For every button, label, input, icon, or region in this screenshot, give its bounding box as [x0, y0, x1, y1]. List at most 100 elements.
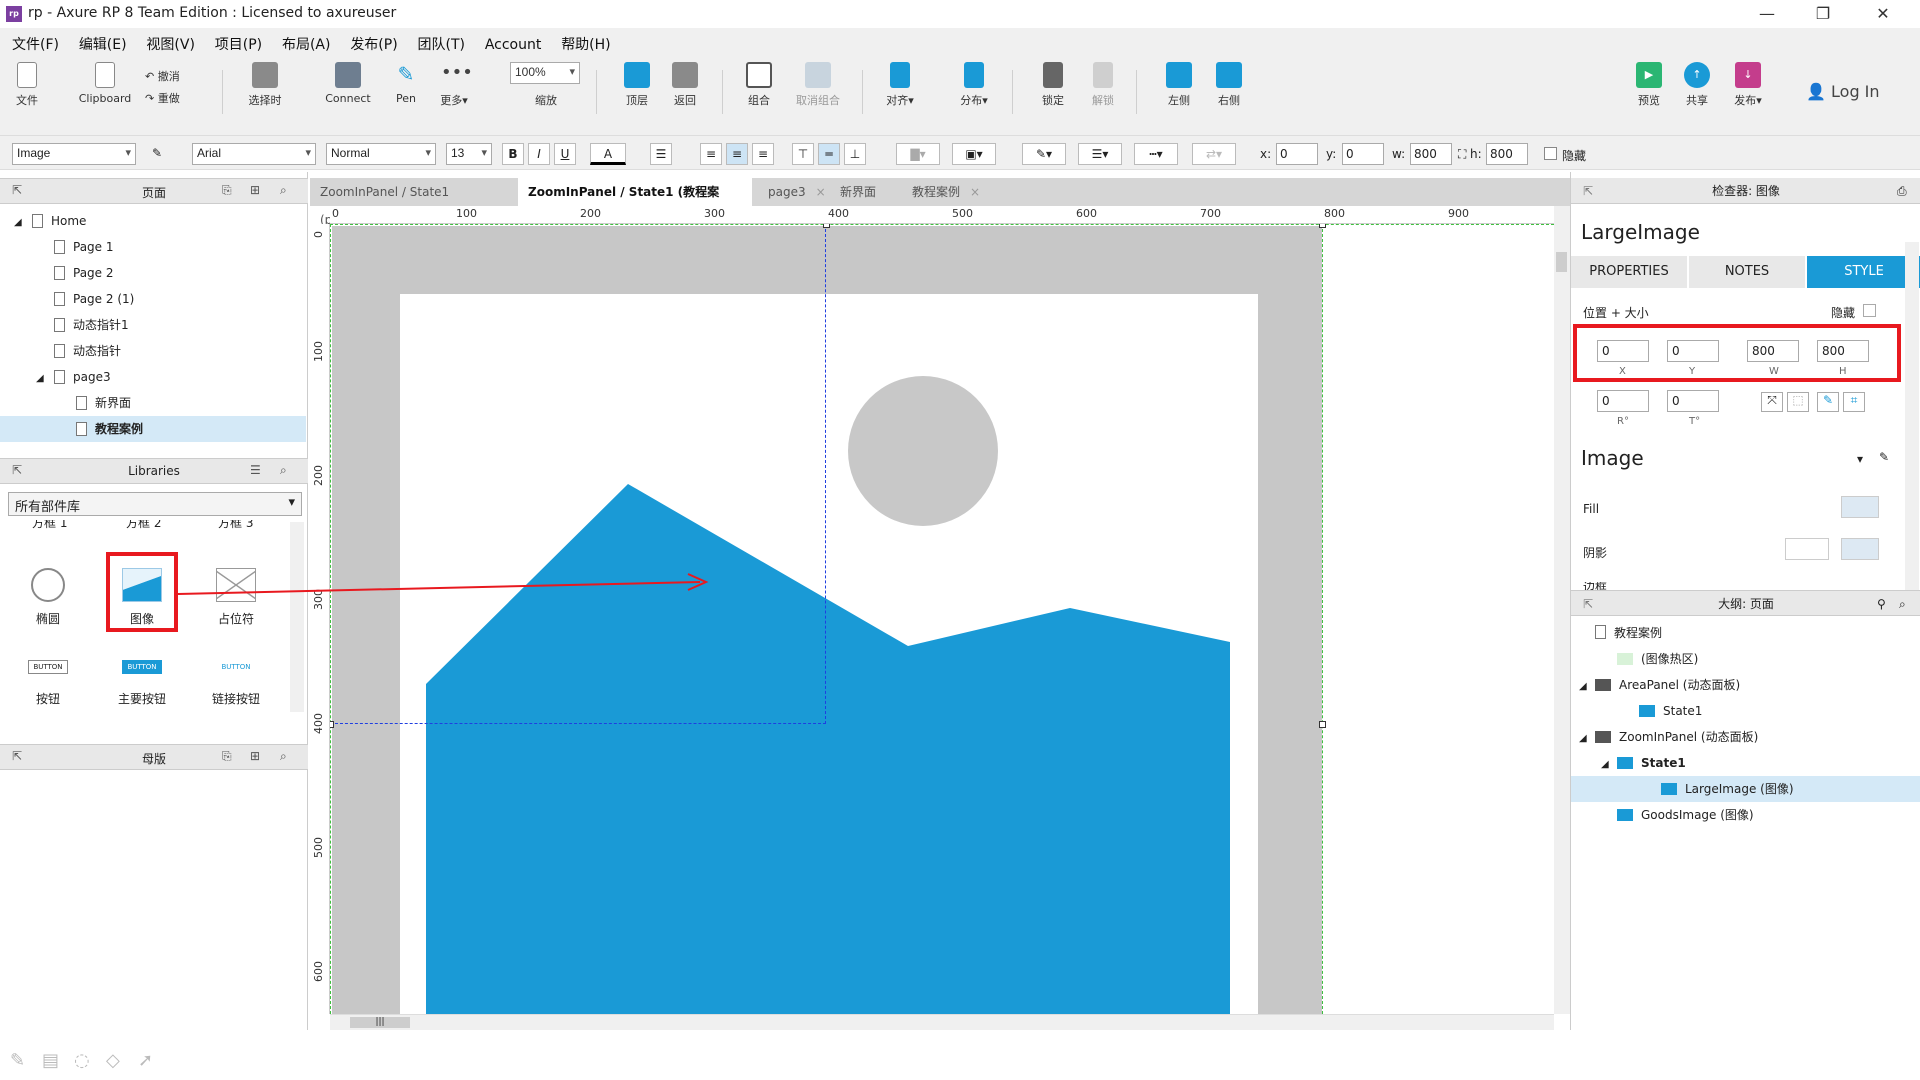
outline-item[interactable]: ◢ AreaPanel (动态面板) [1571, 672, 1920, 698]
document-tab[interactable]: page3 × [758, 178, 826, 206]
libraries-scrollbar[interactable] [290, 522, 304, 712]
edit-icon[interactable]: ✎ [1817, 392, 1839, 412]
widget-primary-button[interactable]: BUTTON 主要按钮 [102, 660, 182, 707]
design-canvas[interactable] [330, 224, 1554, 1014]
login-button[interactable]: 👤 Log In [1806, 82, 1880, 101]
outline-item[interactable]: State1 [1571, 698, 1920, 724]
resize-handle[interactable] [1319, 721, 1326, 728]
inspector-y-input[interactable]: 0 [1667, 340, 1719, 362]
line-color-icon[interactable]: ✎▾ [1022, 143, 1066, 165]
resize-handle[interactable] [1319, 224, 1326, 228]
outline-item[interactable]: GoodsImage (图像) [1571, 802, 1920, 828]
inspector-h-input[interactable]: 800 [1817, 340, 1869, 362]
shadow-picker[interactable] [1785, 538, 1829, 560]
pencil-icon[interactable]: ✎ [10, 1050, 25, 1071]
fill-color-picker[interactable] [1841, 496, 1879, 518]
align-button[interactable]: 对齐▾ [880, 62, 920, 108]
align-bottom-icon[interactable]: ⊥ [844, 143, 866, 165]
widget-button[interactable]: BUTTON 按钮 [8, 660, 88, 707]
widget-name-field[interactable]: LargeImage [1581, 220, 1700, 244]
close-button[interactable]: ✕ [1860, 0, 1906, 28]
bold-button[interactable]: B [502, 143, 524, 165]
add-folder-icon[interactable]: ⊞ [250, 749, 260, 763]
clipboard-button[interactable]: Clipboard [70, 62, 140, 105]
w-input[interactable]: 800 [1410, 143, 1452, 165]
widget-link-button[interactable]: BUTTON 链接按钮 [196, 660, 276, 707]
close-icon[interactable]: × [816, 185, 826, 199]
redo-button[interactable]: ↷ 重做 [145, 90, 180, 106]
expand-icon[interactable]: ◢ [36, 366, 54, 392]
close-icon[interactable]: × [970, 185, 980, 199]
select-mode-button[interactable]: 选择时 [230, 62, 300, 108]
inspector-w-input[interactable]: 800 [1747, 340, 1799, 362]
page-item[interactable]: ◢ page3 [0, 364, 306, 390]
menu-icon[interactable]: ☰ [250, 463, 261, 477]
arrow-style-icon[interactable]: ⇄▾ [1192, 143, 1236, 165]
underline-button[interactable]: U [554, 143, 576, 165]
collapse-icon[interactable]: ⇱ [1583, 178, 1593, 204]
bullets-icon[interactable]: ☰ [650, 143, 672, 165]
widget-placeholder[interactable]: 占位符 [196, 568, 276, 627]
unlock-button[interactable]: 解锁 [1088, 62, 1118, 108]
page-item[interactable]: 教程案例 [0, 416, 306, 442]
tab-properties[interactable]: PROPERTIES [1571, 256, 1687, 288]
page-item[interactable]: 动态指针 [0, 338, 306, 364]
widget-ellipse[interactable]: 椭圆 [8, 568, 88, 627]
preview-button[interactable]: ▶ 预览 [1634, 62, 1664, 108]
minimize-button[interactable]: — [1744, 0, 1790, 28]
inspector-scrollbar[interactable] [1905, 242, 1919, 592]
crop-icon[interactable]: ⌗ [1843, 392, 1865, 412]
page-item[interactable]: 动态指针1 [0, 312, 306, 338]
connect-button[interactable]: Connect [320, 62, 376, 105]
align-right-icon[interactable]: ≡ [752, 143, 774, 165]
horizontal-scrollbar[interactable]: ||| [330, 1014, 1554, 1030]
filter-icon[interactable]: ⚲ [1877, 591, 1886, 617]
align-top-icon[interactable]: ⊤ [792, 143, 814, 165]
inspector-text-rotation-input[interactable]: 0 [1667, 390, 1719, 412]
undo-button[interactable]: ↶ 撤消 [145, 68, 180, 84]
style-editor-icon[interactable]: ✎ [146, 143, 168, 165]
line-pattern-icon[interactable]: ┅▾ [1134, 143, 1178, 165]
eraser-icon[interactable]: ◇ [106, 1050, 120, 1071]
send-back-button[interactable]: 返回 [670, 62, 700, 108]
group-button[interactable]: 组合 [744, 62, 774, 108]
document-tab[interactable]: 教程案例 × [902, 178, 992, 206]
resize-handle[interactable] [823, 224, 830, 228]
style-editor-icon[interactable]: ✎ [1879, 450, 1889, 464]
search-icon[interactable]: ⌕ [280, 749, 287, 764]
shadow-color-picker[interactable] [1841, 538, 1879, 560]
expand-icon[interactable]: ◢ [1601, 752, 1617, 778]
resize-handle[interactable] [330, 721, 334, 728]
align-center-icon[interactable]: ≡ [726, 143, 748, 165]
menu-account[interactable]: Account [479, 31, 548, 59]
tab-style[interactable]: STYLE [1807, 256, 1920, 288]
bring-to-front-button[interactable]: 顶层 [622, 62, 652, 108]
window-icon[interactable]: ▤ [42, 1050, 59, 1071]
zoom-select[interactable]: 100% [510, 62, 580, 84]
expand-icon[interactable]: ◢ [1579, 674, 1595, 700]
h-input[interactable]: 800 [1486, 143, 1528, 165]
library-select[interactable]: 所有部件库 ▾ [8, 492, 302, 516]
font-color-button[interactable]: A [590, 143, 626, 165]
widget-style-select[interactable]: Image [12, 143, 136, 165]
lasso-icon[interactable]: ◌ [74, 1050, 90, 1071]
align-left-icon[interactable]: ≡ [700, 143, 722, 165]
font-family-select[interactable]: Arial [192, 143, 316, 165]
document-tab[interactable]: 新界面× [830, 178, 896, 227]
vertical-scrollbar[interactable] [1554, 206, 1570, 1014]
hidden-checkbox[interactable] [1863, 304, 1876, 317]
y-input[interactable]: 0 [1342, 143, 1384, 165]
outline-item[interactable]: ◢ State1 [1571, 750, 1920, 776]
pointer-icon[interactable]: ➚ [138, 1050, 153, 1071]
page-item[interactable]: Page 2 (1) [0, 286, 306, 312]
hidden-checkbox[interactable] [1544, 147, 1557, 160]
align-middle-icon[interactable]: ═ [818, 143, 840, 165]
tab-notes[interactable]: NOTES [1689, 256, 1805, 288]
document-tab[interactable]: ZoomInPanel / State1 (教程案例)× [518, 178, 752, 227]
add-master-icon[interactable]: ⎘ [222, 749, 232, 764]
page-item[interactable]: Page 2 [0, 260, 306, 286]
page-item[interactable]: 新界面 [0, 390, 306, 416]
notes-icon[interactable]: ⎙ [1897, 178, 1907, 204]
outline-item[interactable]: LargeImage (图像) [1571, 776, 1920, 802]
inspector-rotation-input[interactable]: 0 [1597, 390, 1649, 412]
